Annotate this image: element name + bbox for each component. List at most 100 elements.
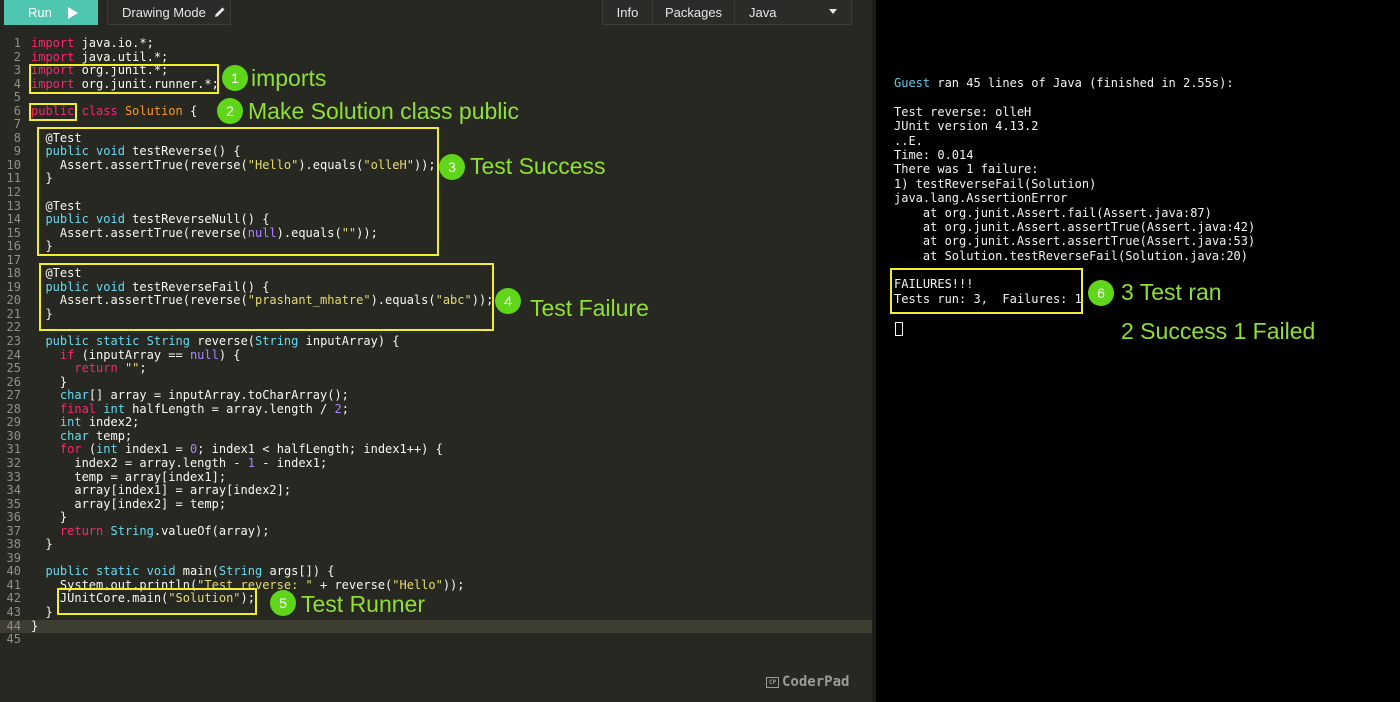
- line-number: 43: [6, 604, 21, 619]
- info-tab[interactable]: Info: [602, 0, 653, 25]
- line-text: import java.util.*;: [31, 50, 168, 64]
- code-line[interactable]: 31 for (int index1 = 0; index1 < halfLen…: [0, 443, 872, 457]
- info-label: Info: [616, 4, 639, 20]
- code-token: class: [81, 103, 118, 118]
- line-number: 36: [6, 510, 21, 525]
- run-button[interactable]: Run: [4, 0, 98, 25]
- code-token: ) {: [218, 347, 241, 362]
- code-line[interactable]: 39: [0, 551, 872, 566]
- code-token: int: [96, 442, 118, 457]
- badge-5: 5: [270, 590, 296, 616]
- code-line[interactable]: 29 int index2;: [0, 416, 872, 430]
- code-token: index2 = array.length -: [31, 455, 248, 470]
- code-line[interactable]: 45: [0, 633, 872, 647]
- console-line: JUnit version 4.13.2: [894, 119, 1039, 134]
- code-token: inputArray) {: [298, 334, 400, 349]
- code-token: array[index2] = temp;: [31, 496, 227, 511]
- code-line[interactable]: 30 char temp;: [0, 429, 872, 444]
- drawing-mode-button[interactable]: Drawing Mode: [107, 0, 231, 25]
- console-header: Guest ran 45 lines of Java (finished in …: [894, 76, 1255, 90]
- code-line[interactable]: 35 array[index2] = temp;: [0, 497, 872, 512]
- code-line[interactable]: 37 return String.valueOf(array);: [0, 523, 872, 539]
- drawing-mode-label: Drawing Mode: [122, 4, 206, 20]
- code-token: (: [81, 442, 97, 457]
- line-text: for (int index1 = 0; index1 < halfLength…: [31, 442, 443, 457]
- coderpad-watermark: CP CoderPad: [766, 674, 849, 690]
- line-number: 10: [6, 157, 21, 172]
- code-line[interactable]: 38 }: [0, 537, 872, 552]
- line-text: final int halfLength = array.length / 2;: [31, 402, 349, 416]
- annotation-summary: 2 Success 1 Failed: [1121, 318, 1316, 344]
- line-number: 15: [6, 225, 21, 240]
- line-text: return "";: [31, 361, 146, 375]
- line-number: 2: [13, 49, 21, 64]
- language-select[interactable]: Java: [734, 0, 852, 25]
- code-line[interactable]: 36 }: [0, 510, 872, 525]
- code-token: ; index1 < halfLength; index1++) {: [197, 442, 443, 457]
- code-token: java.io.*;: [74, 36, 154, 50]
- watermark-text: CoderPad: [782, 674, 850, 690]
- code-line[interactable]: 28 final int halfLength = array.length /…: [0, 401, 872, 417]
- code-token: static: [96, 334, 140, 349]
- code-token: return: [59, 523, 104, 538]
- console-header-text: ran 45 lines of Java (finished in 2.55s)…: [930, 76, 1234, 90]
- code-line[interactable]: 26 }: [0, 374, 872, 390]
- line-text: }: [31, 375, 67, 389]
- code-token: int: [103, 401, 125, 416]
- line-number: 31: [6, 442, 21, 457]
- code-line[interactable]: 27 char[] array = inputArray.toCharArray…: [0, 388, 872, 403]
- code-line[interactable]: 1 import java.io.*;: [0, 36, 872, 51]
- code-token: Solution: [124, 103, 183, 118]
- code-line[interactable]: 2 import java.util.*;: [0, 49, 872, 65]
- code-token: .valueOf(array);: [153, 523, 270, 538]
- annotation-box-test-success: [37, 127, 439, 256]
- code-line[interactable]: 44}: [0, 619, 872, 634]
- code-line[interactable]: 32 index2 = array.length - 1 - index1;: [0, 455, 872, 471]
- code-token: }: [31, 604, 53, 619]
- annotation-test-failure: Test Failure: [530, 295, 649, 321]
- console-line: ..E.: [894, 133, 923, 148]
- code-token: main(: [175, 564, 219, 579]
- code-editor[interactable]: Run Drawing Mode Info Packages Java 1 imp…: [0, 0, 872, 702]
- line-number: 28: [6, 401, 21, 416]
- chevron-down-icon: [829, 9, 837, 14]
- line-text: array[index2] = temp;: [31, 497, 226, 511]
- code-token: public: [45, 564, 89, 579]
- line-text: import java.io.*;: [31, 36, 154, 50]
- code-line[interactable]: 23 public static String reverse(String i…: [0, 334, 872, 349]
- language-label: Java: [749, 4, 777, 20]
- packages-tab[interactable]: Packages: [652, 0, 735, 25]
- line-number: 5: [13, 90, 21, 105]
- code-line[interactable]: 34 array[index1] = array[index2];: [0, 483, 872, 498]
- line-text: char temp;: [31, 429, 132, 443]
- annotation-box-test-failure: [39, 263, 494, 331]
- code-line[interactable]: 33 temp = array[index1];: [0, 470, 872, 485]
- annotation-public: Make Solution class public: [248, 98, 520, 124]
- annotation-box-failures: [890, 268, 1083, 314]
- annotation-tests-ran: 3 Test ran: [1121, 279, 1222, 305]
- line-text: }: [31, 510, 67, 524]
- code-line[interactable]: 40 public static void main(String args[]…: [0, 565, 872, 579]
- code-token: {: [182, 103, 198, 118]
- annotation-test-success: Test Success: [470, 153, 606, 179]
- code-token: temp;: [88, 428, 133, 443]
- line-text: }: [31, 619, 38, 633]
- line-number: 26: [6, 374, 21, 389]
- code-token: ));: [442, 577, 465, 592]
- line-number: 37: [6, 523, 21, 538]
- coderpad-logo: CP: [766, 676, 779, 688]
- line-number: 3: [13, 63, 21, 78]
- code-line[interactable]: 25 return "";: [0, 361, 872, 376]
- line-number: 23: [6, 334, 21, 349]
- line-number: 41: [6, 577, 21, 592]
- badge-4: 4: [495, 288, 521, 314]
- code-line[interactable]: 24 if (inputArray == null) {: [0, 347, 872, 363]
- terminal-cursor[interactable]: [895, 322, 903, 336]
- line-number: 8: [13, 130, 21, 145]
